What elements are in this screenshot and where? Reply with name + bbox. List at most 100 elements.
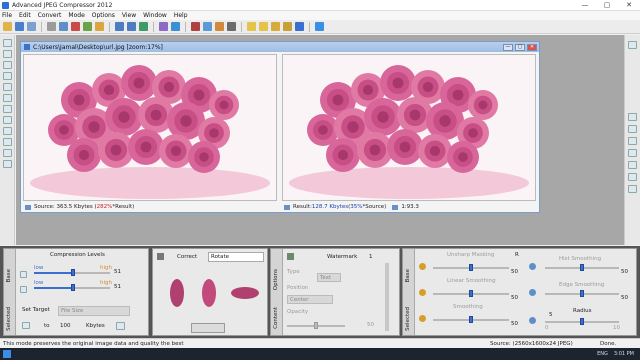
menu-convert[interactable]: Convert xyxy=(38,12,62,19)
radius-slider[interactable] xyxy=(545,318,619,325)
maximize-button[interactable]: ▢ xyxy=(596,1,618,9)
menu-edit[interactable]: Edit xyxy=(19,12,31,19)
fit-side-icon[interactable] xyxy=(628,137,637,145)
crop-icon[interactable] xyxy=(191,22,200,31)
watermark-scrollbar[interactable] xyxy=(385,263,389,331)
copy-icon[interactable] xyxy=(83,22,92,31)
linear-smoothing-slider[interactable] xyxy=(433,290,509,297)
save-icon[interactable] xyxy=(15,22,24,31)
grayscale-icon[interactable] xyxy=(227,22,236,31)
file-size-field[interactable]: File Size xyxy=(58,306,130,316)
apply-target-icon[interactable] xyxy=(116,322,125,330)
help-icon[interactable] xyxy=(171,22,180,31)
navigator-icon[interactable] xyxy=(628,41,637,49)
start-icon[interactable] xyxy=(3,350,11,358)
brush-icon[interactable] xyxy=(2,83,12,91)
opacity-knob[interactable] xyxy=(314,322,318,329)
linear-smoothing-knob[interactable] xyxy=(469,290,473,297)
apply-correct-button[interactable] xyxy=(191,323,225,333)
rotate-icon[interactable] xyxy=(215,22,224,31)
zoom-in-icon[interactable] xyxy=(247,22,256,31)
properties-icon[interactable] xyxy=(628,185,637,193)
resize-icon[interactable] xyxy=(203,22,212,31)
rect-icon[interactable] xyxy=(2,138,12,146)
info-side-icon[interactable] xyxy=(628,149,637,157)
quality-slider-1-knob[interactable] xyxy=(71,269,75,276)
result-image-pane[interactable] xyxy=(282,54,536,201)
ellipse-icon[interactable] xyxy=(2,149,12,157)
menu-help[interactable]: Help xyxy=(174,12,188,19)
fx-group-3-label: Smoothing xyxy=(453,304,483,310)
text-icon[interactable] xyxy=(2,116,12,124)
menu-window[interactable]: Window xyxy=(143,12,167,19)
base-tab[interactable]: Base xyxy=(6,269,12,282)
exif-icon[interactable] xyxy=(628,173,637,181)
zoom-out-side-icon[interactable] xyxy=(628,125,637,133)
smoothing-slider[interactable] xyxy=(433,316,509,323)
select-icon[interactable] xyxy=(2,61,12,69)
zoom-in-side-icon[interactable] xyxy=(628,113,637,121)
thumb-rotate-right[interactable] xyxy=(202,279,216,307)
radius-knob[interactable] xyxy=(580,318,584,325)
batch-icon[interactable] xyxy=(159,22,168,31)
paste-icon[interactable] xyxy=(95,22,104,31)
smoothing-knob[interactable] xyxy=(469,316,473,323)
thumb-rotate-left[interactable] xyxy=(170,279,184,307)
fx-base-tab[interactable]: Base xyxy=(405,269,411,282)
menu-file[interactable]: File xyxy=(2,12,12,19)
unsharp-slider[interactable] xyxy=(433,264,509,271)
fx-selected-tab[interactable]: Selected xyxy=(405,307,411,331)
selected-tab[interactable]: Selected xyxy=(6,307,12,331)
about-icon[interactable] xyxy=(315,22,324,31)
type-field[interactable]: Text xyxy=(317,273,341,282)
grid-icon[interactable] xyxy=(2,160,12,168)
target-icon[interactable] xyxy=(22,322,30,329)
quality-slider-2[interactable] xyxy=(34,284,110,291)
edge-smoothing-slider[interactable] xyxy=(545,290,619,297)
quality-slider-2-knob[interactable] xyxy=(71,284,75,291)
fit-window-icon[interactable] xyxy=(271,22,280,31)
hist-smoothing-knob[interactable] xyxy=(580,264,584,271)
pointer-icon[interactable] xyxy=(2,39,12,47)
source-image-pane[interactable] xyxy=(23,54,277,201)
menu-view[interactable]: View xyxy=(122,12,136,19)
open-icon[interactable] xyxy=(3,22,12,31)
eraser-icon[interactable] xyxy=(2,94,12,102)
menu-mode[interactable]: Mode xyxy=(68,12,84,19)
refresh-icon[interactable] xyxy=(139,22,148,31)
position-field[interactable]: Center xyxy=(287,295,333,304)
actual-size-icon[interactable] xyxy=(283,22,292,31)
undo-icon[interactable] xyxy=(115,22,124,31)
content-tab[interactable]: Content xyxy=(273,307,279,329)
minimize-button[interactable]: — xyxy=(574,1,596,9)
hist-smoothing-slider[interactable] xyxy=(545,264,619,271)
doc-minimize-button[interactable]: — xyxy=(503,43,513,51)
print-icon[interactable] xyxy=(47,22,56,31)
hand-icon[interactable] xyxy=(2,50,12,58)
histogram-icon[interactable] xyxy=(628,161,637,169)
language-indicator[interactable]: ENG xyxy=(597,351,608,357)
zoom-out-icon[interactable] xyxy=(259,22,268,31)
zoom-icon[interactable] xyxy=(2,72,12,80)
doc-maximize-button[interactable]: ▢ xyxy=(515,43,525,51)
opacity-slider[interactable] xyxy=(287,322,345,329)
doc-close-button[interactable]: ✕ xyxy=(527,43,537,51)
clock[interactable]: 3:01 PM xyxy=(614,351,634,357)
compare-icon[interactable] xyxy=(295,22,304,31)
fill-icon[interactable] xyxy=(2,105,12,113)
rotate-dropdown[interactable]: Rotate xyxy=(208,252,264,262)
menu-options[interactable]: Options xyxy=(92,12,115,19)
save-as-icon[interactable] xyxy=(27,22,36,31)
close-button[interactable]: ✕ xyxy=(618,1,640,9)
scan-icon[interactable] xyxy=(59,22,68,31)
quality-slider-1[interactable] xyxy=(34,269,110,276)
line-icon[interactable] xyxy=(2,127,12,135)
target-value[interactable]: 100 xyxy=(60,323,71,329)
options-tab[interactable]: Options xyxy=(273,269,279,290)
cut-icon[interactable] xyxy=(71,22,80,31)
toolbar-separator xyxy=(153,21,154,32)
thumb-flip[interactable] xyxy=(231,287,259,299)
edge-smoothing-knob[interactable] xyxy=(580,290,584,297)
redo-icon[interactable] xyxy=(127,22,136,31)
unsharp-knob[interactable] xyxy=(469,264,473,271)
